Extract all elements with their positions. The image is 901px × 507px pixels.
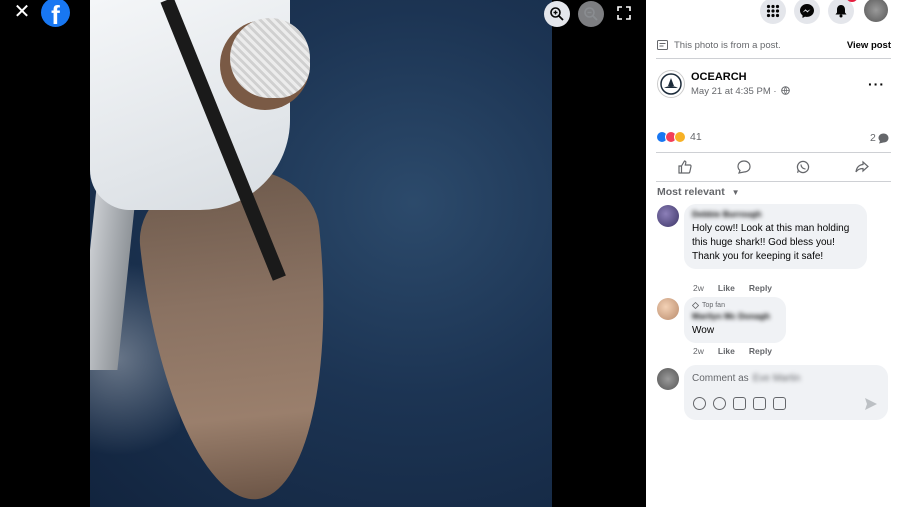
- comment-count-value: 2: [870, 132, 876, 144]
- diamond-icon: [692, 302, 699, 309]
- camera-icon[interactable]: [733, 397, 746, 410]
- expand-icon[interactable]: [617, 6, 631, 20]
- zoom-out-button[interactable]: [578, 1, 604, 27]
- comment-text: Holy cow!! Look at this man holding this…: [692, 223, 850, 262]
- comment-bubble-icon: [878, 133, 889, 143]
- post-date[interactable]: May 21 at 4:35 PM ·: [691, 86, 790, 97]
- comment-meta: 2w Like Reply: [693, 283, 772, 293]
- comment-composer[interactable]: Comment as Eve Martin: [684, 365, 888, 420]
- zoom-in-button[interactable]: [544, 1, 570, 27]
- close-icon[interactable]: ✕: [12, 2, 32, 22]
- photo-viewer: ✕ f: [0, 0, 646, 507]
- emoji-icon[interactable]: [713, 397, 726, 410]
- globe-icon: [781, 86, 790, 95]
- caret-down-icon: ▼: [731, 188, 740, 197]
- top-fan-badge: Top fan: [692, 302, 778, 309]
- facebook-logo-icon[interactable]: f: [41, 0, 70, 27]
- comment-like-link[interactable]: Like: [718, 283, 735, 293]
- divider: [656, 152, 891, 153]
- notice-text: This photo is from a post.: [674, 39, 781, 51]
- divider: [656, 58, 891, 59]
- post-photo[interactable]: [90, 0, 552, 507]
- comment-meta: 2w Like Reply: [693, 346, 772, 356]
- comment-bubble: Top fan Marilyn Mc Donagh Wow: [684, 297, 786, 343]
- thumbs-up-icon: [678, 160, 693, 174]
- comment-time[interactable]: 2w: [693, 283, 704, 293]
- zoom-in-icon: [550, 7, 564, 21]
- account-avatar[interactable]: [864, 0, 888, 22]
- whatsapp-icon: [796, 160, 810, 174]
- post-date-text: May 21 at 4:35 PM ·: [691, 86, 777, 97]
- page-avatar[interactable]: [657, 70, 685, 98]
- avatar-sticker-icon[interactable]: [693, 397, 706, 410]
- share-button[interactable]: [842, 155, 882, 179]
- comment-time[interactable]: 2w: [693, 346, 704, 356]
- post-notice: This photo is from a post. View post: [657, 38, 891, 52]
- comment-count[interactable]: 2: [870, 132, 889, 144]
- like-button[interactable]: [665, 155, 705, 179]
- post-actions: [656, 154, 891, 180]
- reactions-summary[interactable]: 41: [656, 131, 702, 143]
- whatsapp-share-button[interactable]: [783, 155, 823, 179]
- top-navbar: [646, 0, 901, 24]
- menu-button[interactable]: [760, 0, 786, 24]
- wow-reaction-icon: [674, 131, 686, 143]
- notifications-button[interactable]: [828, 0, 858, 24]
- more-options-button[interactable]: ···: [868, 76, 885, 92]
- sort-label: Most relevant: [657, 186, 725, 198]
- composer-toolbar: [693, 397, 786, 410]
- comment-avatar[interactable]: [657, 298, 679, 320]
- divider: [656, 181, 891, 182]
- view-post-link[interactable]: View post: [847, 40, 891, 51]
- comment-avatar[interactable]: [657, 205, 679, 227]
- top-fan-label: Top fan: [702, 302, 725, 309]
- bell-icon: [835, 5, 847, 18]
- share-arrow-icon: [855, 160, 869, 173]
- comment-text: Wow: [692, 325, 715, 336]
- messenger-button[interactable]: [794, 0, 820, 24]
- page-name[interactable]: OCEARCH: [691, 71, 747, 83]
- post-panel: This photo is from a post. View post OCE…: [646, 0, 901, 507]
- comment-icon: [737, 160, 751, 174]
- comment-author[interactable]: Marilyn Mc Donagh: [692, 311, 778, 321]
- comment-reply-link[interactable]: Reply: [749, 346, 772, 356]
- send-icon[interactable]: [864, 397, 878, 411]
- composer-avatar: [657, 368, 679, 390]
- reaction-count: 41: [690, 131, 702, 143]
- comment-button[interactable]: [724, 155, 764, 179]
- gif-icon[interactable]: [753, 397, 766, 410]
- comment-placeholder: Comment as: [692, 373, 749, 384]
- comment-reply-link[interactable]: Reply: [749, 283, 772, 293]
- document-icon: [657, 40, 668, 50]
- grid-menu-icon: [766, 4, 780, 18]
- notification-badge: [846, 0, 858, 2]
- sticker-icon[interactable]: [773, 397, 786, 410]
- comment-like-link[interactable]: Like: [718, 346, 735, 356]
- messenger-icon: [800, 4, 814, 18]
- comment-sort-dropdown[interactable]: Most relevant ▼: [657, 186, 740, 198]
- comment-bubble: Debbie Burrough Holy cow!! Look at this …: [684, 204, 867, 269]
- comment-input[interactable]: Comment as Eve Martin: [692, 373, 800, 384]
- commenter-name: Eve Martin: [752, 373, 801, 384]
- ocearch-logo-icon: [660, 73, 682, 95]
- zoom-out-icon: [584, 7, 598, 21]
- comment-author[interactable]: Debbie Burrough: [692, 209, 859, 219]
- trucker-cap: [230, 18, 310, 98]
